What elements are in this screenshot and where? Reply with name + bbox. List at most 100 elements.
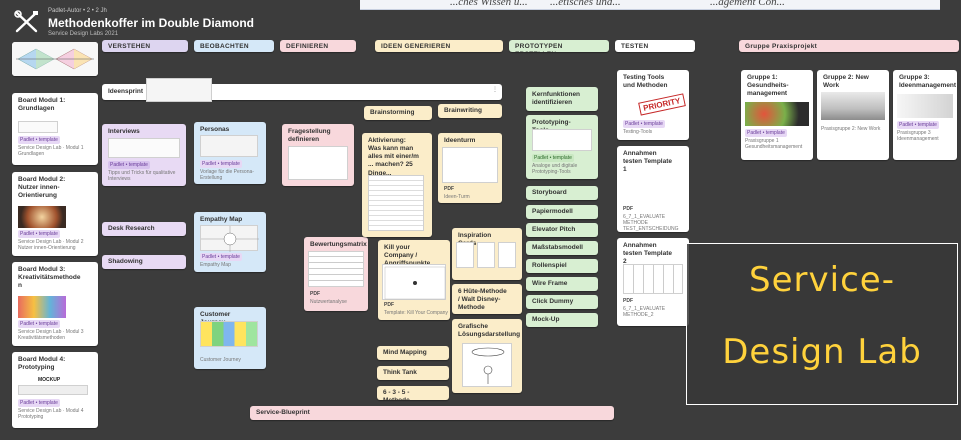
card-desk-research[interactable]: Desk Research: [102, 222, 186, 236]
logo-line-1: Service-: [749, 260, 895, 300]
ideensprint-thumbnail: [146, 78, 212, 102]
inspiration-card-2: [477, 242, 495, 268]
column-definieren-label: DEFINIEREN: [286, 43, 329, 50]
mind-mapping-label: Mind Mapping: [383, 349, 427, 356]
aktivierung-thumbnail: [368, 175, 424, 231]
empathy-map-label: Empathy Map: [200, 216, 243, 223]
kill-company-thumbnail: [382, 264, 446, 300]
priority-stamp: PRIORITY: [638, 93, 686, 116]
interviews-label: Interviews: [108, 128, 140, 135]
sidebar-board-2[interactable]: Board Modul 2: Nutzer innen-Orientierung…: [12, 172, 98, 256]
card-bewertungsmatrix[interactable]: Bewertungsmatrix PDF Nutzwertanalyse: [304, 237, 368, 311]
sidebar-board-4-label: Board Modul 4: Prototyping: [18, 356, 66, 372]
card-empathy-map[interactable]: Empathy Map Padlet • template Empathy Ma…: [194, 212, 266, 272]
gruppe-2-label: Gruppe 2: New Work: [823, 74, 869, 90]
service-design-lab-logo: Service- Design Lab: [686, 243, 958, 405]
author-meta[interactable]: Padlet-Autor • 2 • 2 Jh: [48, 8, 107, 14]
card-storyboard[interactable]: Storyboard: [526, 186, 598, 200]
column-testen[interactable]: TESTEN: [615, 40, 695, 52]
board-4-thumbnail: [18, 385, 88, 395]
card-shadowing[interactable]: Shadowing: [102, 255, 186, 269]
card-massstabsmodell[interactable]: Maßstabsmodell: [526, 241, 598, 255]
column-beobachten[interactable]: BEOBACHTEN: [194, 40, 274, 52]
board-1-caption: Service Design Lab · Modul 1 Grundlagen: [18, 145, 84, 157]
card-rollenspiel[interactable]: Rollenspiel: [526, 259, 598, 273]
personas-thumbnail: [200, 135, 258, 157]
card-elevator-pitch[interactable]: Elevator Pitch: [526, 223, 598, 237]
annahmen-1-pdf-label: PDF: [623, 206, 633, 212]
desk-research-label: Desk Research: [108, 225, 155, 232]
card-wire-frame[interactable]: Wire Frame: [526, 277, 598, 291]
card-brainwriting[interactable]: Brainwriting: [438, 104, 502, 118]
card-prototyping-tools[interactable]: Prototyping-Tools Padlet • template Anal…: [526, 115, 598, 179]
card-635-methode[interactable]: 6 - 3 - 5 - Methode: [377, 386, 449, 400]
column-beobachten-label: BEOBACHTEN: [200, 43, 249, 50]
grafische-label: Grafische Lösungsdarstellung: [458, 323, 521, 339]
card-kernfunktionen[interactable]: Kernfunktionen identifizieren: [526, 87, 598, 111]
sidebar-board-3[interactable]: Board Modul 3: Kreativitätsmethode n Pad…: [12, 262, 98, 346]
column-gruppe-label: Gruppe Praxisprojekt: [745, 43, 818, 50]
card-papiermodell[interactable]: Papiermodell: [526, 205, 598, 219]
grafische-sketch: [471, 347, 505, 384]
card-inspiration-cards[interactable]: Inspiration Cards: [452, 228, 522, 280]
think-tank-label: Think Tank: [383, 369, 417, 376]
mock-up-label: Mock-Up: [532, 316, 560, 323]
kernfunktionen-label: Kernfunktionen identifizieren: [532, 91, 581, 107]
aktivierung-label: Aktivierung: Was kann man alles mit eine…: [368, 137, 419, 177]
bewertung-caption: Nutzwertanalyse: [310, 299, 347, 305]
gruppe-1-label: Gruppe 1: Gesundheits-management: [747, 74, 789, 98]
testing-tools-label: Testing Tools und Methoden: [623, 74, 668, 90]
card-annahmen-1[interactable]: Annahmen testen Template 1 PDF 6_7_1_EVA…: [617, 146, 689, 232]
prototyping-thumbnail: [532, 129, 592, 151]
card-mock-up[interactable]: Mock-Up: [526, 313, 598, 327]
sidebar-board-1[interactable]: Board Modul 1: Grundlagen Padlet • templ…: [12, 93, 98, 165]
double-diamond-diagram: [12, 42, 98, 76]
card-service-blueprint[interactable]: Service-Blueprint: [250, 406, 614, 420]
interviews-tag: Padlet • template: [108, 161, 150, 169]
column-ideen[interactable]: IDEEN GENERIEREN: [375, 40, 503, 52]
gruppe-1-tag: Padlet • template: [745, 129, 787, 137]
board-3-caption: Service Design Lab · Modul 3 Kreativität…: [18, 329, 84, 341]
column-verstehen[interactable]: VERSTEHEN: [102, 40, 188, 52]
card-gruppe-1[interactable]: Gruppe 1: Gesundheits-management Padlet …: [741, 70, 813, 160]
double-diamond-card[interactable]: [12, 42, 98, 76]
card-gruppe-2[interactable]: Gruppe 2: New Work Praxisgruppe 2: New W…: [817, 70, 889, 160]
board-4-tag: Padlet • template: [18, 399, 60, 407]
personas-caption: Vorlage für die Persona-Erstellung: [200, 169, 254, 181]
ideenturm-pdf-label: PDF: [444, 186, 454, 192]
gruppe-2-photo: [821, 92, 885, 120]
card-mind-mapping[interactable]: Mind Mapping: [377, 346, 449, 360]
card-aktivierung[interactable]: Aktivierung: Was kann man alles mit eine…: [362, 133, 432, 237]
column-prototypen-label: PROTOTYPEN ERSTELLEN: [515, 43, 563, 52]
annahmen-2-thumbnail: [623, 264, 683, 294]
board-2-caption: Service Design Lab · Modul 2 Nutzer inne…: [18, 239, 84, 251]
more-icon[interactable]: ⋮: [492, 86, 498, 93]
card-testing-tools[interactable]: Testing Tools und Methoden PRIORITY Padl…: [617, 70, 689, 140]
annahmen-1-caption: 6_7_1_EVALUATE METHODE TEST_ENTSCHEIDUNG: [623, 214, 679, 232]
card-sechs-huete[interactable]: 6 Hüte-Methode / Walt Disney-Methode: [452, 284, 522, 314]
grafische-thumbnail: [462, 343, 512, 387]
635-label: 6 - 3 - 5 - Methode: [383, 389, 410, 400]
card-think-tank[interactable]: Think Tank: [377, 366, 449, 380]
column-definieren[interactable]: DEFINIEREN: [280, 40, 356, 52]
empathy-caption: Empathy Map: [200, 262, 231, 268]
card-personas[interactable]: Personas Padlet • template Vorlage für d…: [194, 122, 266, 184]
card-gruppe-3[interactable]: Gruppe 3: Ideenmanagement Padlet • templ…: [893, 70, 957, 160]
column-prototypen[interactable]: PROTOTYPEN ERSTELLEN: [509, 40, 609, 52]
sidebar-board-4[interactable]: Board Modul 4: Prototyping MOCKUP Padlet…: [12, 352, 98, 428]
card-fragestellung[interactable]: Fragestellung definieren: [282, 124, 354, 186]
card-customer-journey[interactable]: Customer Journey Customer Journey: [194, 307, 266, 369]
card-brainstorming[interactable]: Brainstorming: [364, 106, 432, 120]
empathy-sketch: [201, 226, 259, 252]
card-grafische[interactable]: Grafische Lösungsdarstellung: [452, 319, 522, 393]
card-kill-company[interactable]: Kill your Company / Angriffspunkte PDF T…: [378, 240, 450, 320]
card-ideenturm[interactable]: Ideenturm PDF Ideen-Turm: [438, 133, 502, 203]
interviews-thumbnail: [108, 138, 180, 158]
column-gruppe[interactable]: Gruppe Praxisprojekt: [739, 40, 959, 52]
card-interviews[interactable]: Interviews Padlet • template Tipps und T…: [102, 124, 186, 186]
sidebar-board-2-label: Board Modul 2: Nutzer innen-Orientierung: [18, 176, 66, 200]
card-click-dummy[interactable]: Click Dummy: [526, 295, 598, 309]
customer-caption: Customer Journey: [200, 357, 241, 363]
gruppe-2-caption: Praxisgruppe 2: New Work: [821, 126, 881, 132]
card-annahmen-2[interactable]: Annahmen testen Template 2 PDF 6_7_1_EVA…: [617, 238, 689, 326]
